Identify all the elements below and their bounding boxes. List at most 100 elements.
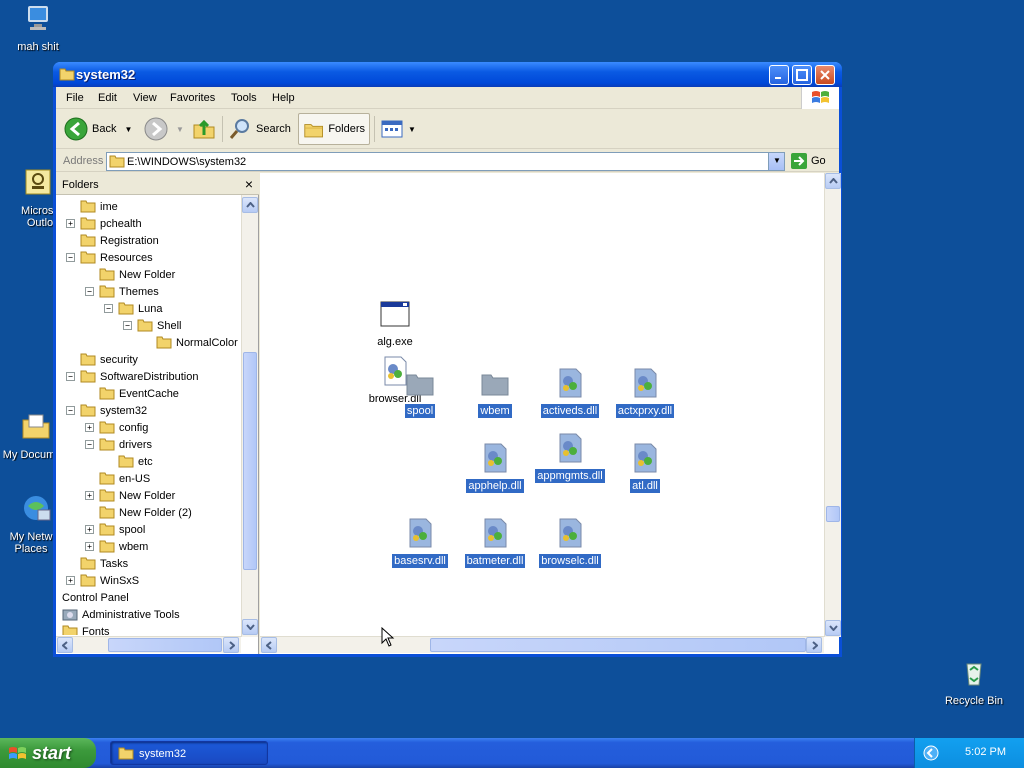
file-item[interactable]: alg.exe — [357, 298, 433, 349]
tree-item[interactable]: + spool — [85, 521, 145, 538]
tree-item[interactable]: + config — [85, 419, 148, 436]
tree-item[interactable]: en-US — [85, 470, 150, 487]
expand-icon[interactable]: + — [66, 219, 75, 228]
folders-button[interactable]: Folders — [298, 113, 370, 145]
chevron-left-icon[interactable] — [923, 745, 939, 761]
tree-item[interactable]: Administrative Tools — [62, 606, 180, 623]
collapse-icon[interactable]: − — [66, 372, 75, 381]
file-item[interactable]: basesrv.dll — [382, 517, 458, 568]
chevron-down-icon[interactable]: ▼ — [176, 125, 184, 134]
back-button[interactable]: Back ▼ — [64, 113, 132, 145]
maximize-button[interactable] — [792, 65, 812, 85]
tree-item[interactable]: + New Folder — [85, 487, 175, 504]
tree-item[interactable]: EventCache — [85, 385, 179, 402]
tree-item[interactable]: − Luna — [104, 300, 162, 317]
tree-item[interactable]: + WinSxS — [66, 572, 139, 589]
menu-edit[interactable]: Edit — [98, 92, 117, 104]
tree-item-label: ime — [100, 200, 118, 213]
menu-file[interactable]: File — [66, 92, 84, 104]
scroll-thumb[interactable] — [108, 638, 222, 652]
scroll-right-button[interactable] — [806, 637, 822, 653]
tree-item[interactable]: − Shell — [123, 317, 181, 334]
menu-help[interactable]: Help — [272, 92, 295, 104]
scroll-up-button[interactable] — [242, 197, 258, 213]
menu-tools[interactable]: Tools — [231, 92, 257, 104]
search-icon — [229, 119, 249, 139]
tree-item[interactable]: ime — [66, 198, 118, 215]
file-item[interactable]: appmgmts.dll — [532, 432, 608, 483]
dll-file-icon — [634, 443, 657, 473]
scroll-left-button[interactable] — [57, 637, 73, 653]
tree-item[interactable]: security — [66, 351, 138, 368]
start-button[interactable]: start — [0, 738, 96, 768]
tree-item[interactable]: Control Panel — [62, 589, 129, 606]
file-item[interactable]: actxprxy.dll — [607, 367, 683, 418]
taskbar-button-system32[interactable]: system32 — [110, 741, 268, 765]
recycle-bin-icon — [966, 663, 982, 686]
file-item[interactable]: activeds.dll — [532, 367, 608, 418]
expand-icon[interactable]: + — [85, 542, 94, 551]
desktop-icon-mah-shit[interactable]: mah shit — [0, 2, 76, 53]
expand-icon[interactable]: + — [66, 576, 75, 585]
tree-item[interactable]: − drivers — [85, 436, 152, 453]
close-button[interactable] — [815, 65, 835, 85]
collapse-icon[interactable]: − — [104, 304, 113, 313]
scroll-right-button[interactable] — [223, 637, 239, 653]
address-input[interactable]: E:\WINDOWS\system32 ▼ — [106, 152, 785, 171]
collapse-icon[interactable]: − — [123, 321, 132, 330]
content-vertical-scrollbar[interactable] — [824, 173, 841, 637]
tree-item[interactable]: − Resources — [66, 249, 153, 266]
file-item[interactable]: apphelp.dll — [457, 442, 533, 493]
tree-item[interactable]: − system32 — [66, 402, 147, 419]
tree-vertical-scrollbar[interactable] — [241, 195, 258, 637]
desktop-icon-recycle-bin[interactable]: Recycle Bin — [936, 656, 1012, 707]
tree-horizontal-scrollbar[interactable] — [56, 636, 241, 653]
file-view[interactable]: alg.exe browser.dll spool wbem activeds.dll a… — [260, 173, 841, 654]
tree-item[interactable]: Tasks — [66, 555, 128, 572]
content-horizontal-scrollbar[interactable] — [260, 636, 824, 653]
expand-icon[interactable]: + — [85, 491, 94, 500]
views-button[interactable]: ▼ — [380, 113, 416, 145]
scroll-left-button[interactable] — [261, 637, 277, 653]
folders-pane-close-button[interactable]: × — [245, 176, 253, 192]
tree-item[interactable]: − SoftwareDistribution — [66, 368, 198, 385]
scroll-thumb[interactable] — [243, 352, 257, 570]
address-dropdown-button[interactable]: ▼ — [768, 153, 784, 170]
tree-item[interactable]: + wbem — [85, 538, 148, 555]
chevron-down-icon[interactable]: ▼ — [124, 125, 132, 134]
file-item[interactable]: browselc.dll — [532, 517, 608, 568]
file-item[interactable]: batmeter.dll — [457, 517, 533, 568]
tree-item[interactable]: etc — [104, 453, 153, 470]
file-item[interactable]: atl.dll — [607, 442, 683, 493]
collapse-icon[interactable]: − — [85, 287, 94, 296]
scroll-down-button[interactable] — [825, 620, 841, 636]
scroll-thumb[interactable] — [826, 506, 840, 522]
file-item[interactable]: spool — [382, 367, 458, 418]
tree-item[interactable]: − Themes — [85, 283, 159, 300]
scroll-down-button[interactable] — [242, 619, 258, 635]
clock[interactable]: 5:02 PM — [965, 746, 1006, 758]
expand-icon[interactable]: + — [85, 423, 94, 432]
tree-item[interactable]: + pchealth — [66, 215, 142, 232]
tree-item[interactable]: New Folder (2) — [85, 504, 192, 521]
tree-item[interactable]: NormalColor — [142, 334, 238, 351]
tree-item[interactable]: Fonts — [62, 623, 110, 635]
expand-icon[interactable]: + — [85, 525, 94, 534]
menu-view[interactable]: View — [133, 92, 157, 104]
folder-icon — [99, 523, 115, 536]
collapse-icon[interactable]: − — [66, 406, 75, 415]
scroll-up-button[interactable] — [825, 173, 841, 189]
search-button[interactable]: Search — [228, 113, 291, 145]
title-bar[interactable]: system32 — [53, 62, 842, 87]
menu-favorites[interactable]: Favorites — [170, 92, 215, 104]
tree-item[interactable]: New Folder — [85, 266, 175, 283]
up-button[interactable] — [192, 113, 216, 145]
go-button[interactable]: Go — [790, 152, 826, 170]
tree-item[interactable]: Registration — [66, 232, 159, 249]
file-item[interactable]: wbem — [457, 367, 533, 418]
minimize-button[interactable] — [769, 65, 789, 85]
forward-button[interactable]: ▼ — [144, 113, 184, 145]
collapse-icon[interactable]: − — [85, 440, 94, 449]
collapse-icon[interactable]: − — [66, 253, 75, 262]
scroll-thumb[interactable] — [430, 638, 806, 652]
